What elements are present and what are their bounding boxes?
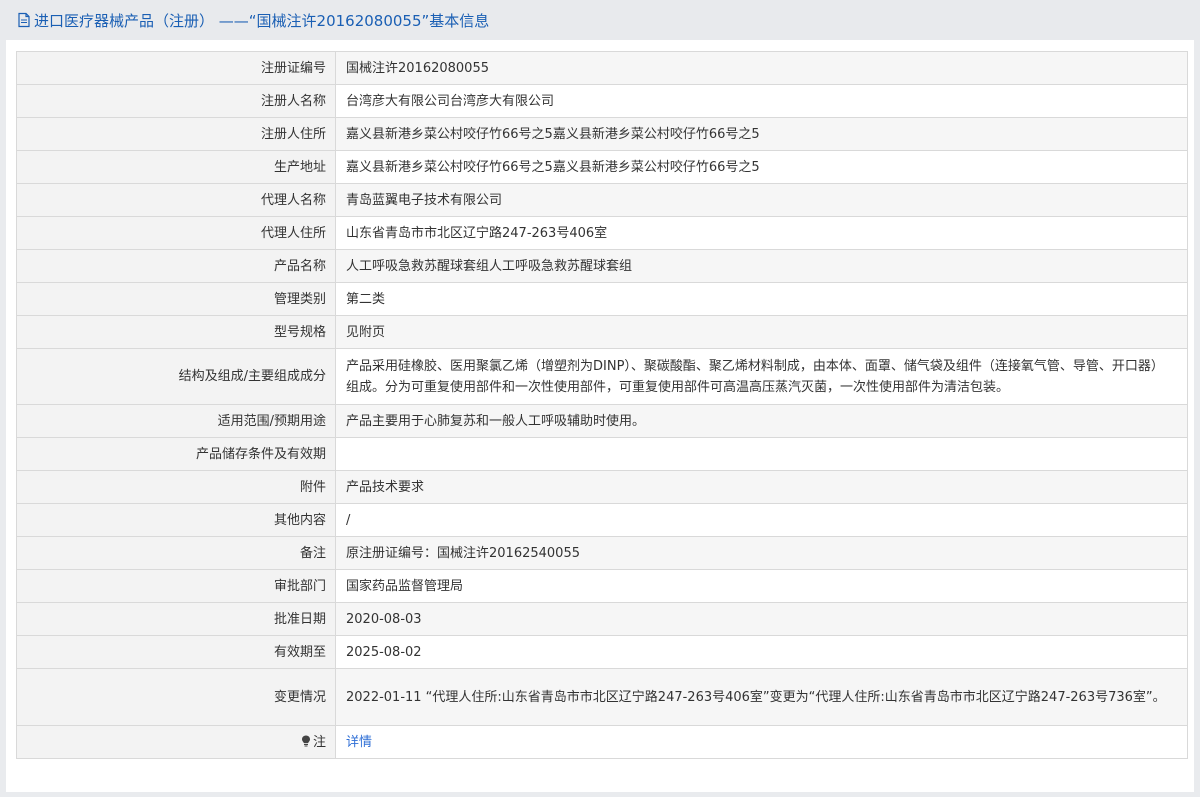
row-label: 有效期至 xyxy=(16,635,336,669)
table-row: 生产地址 嘉义县新港乡菜公村咬仔竹66号之5嘉义县新港乡菜公村咬仔竹66号之5 xyxy=(16,150,1188,184)
table-row: 产品储存条件及有效期 xyxy=(16,437,1188,471)
row-value: 见附页 xyxy=(335,315,1188,349)
row-value: 人工呼吸急救苏醒球套组人工呼吸急救苏醒球套组 xyxy=(335,249,1188,283)
table-row: 适用范围/预期用途 产品主要用于心肺复苏和一般人工呼吸辅助时使用。 xyxy=(16,404,1188,438)
row-value: 青岛蓝翼电子技术有限公司 xyxy=(335,183,1188,217)
page-title-text: 进口医疗器械产品（注册） ——“国械注许20162080055”基本信息 xyxy=(34,11,490,30)
table-row: 有效期至 2025-08-02 xyxy=(16,635,1188,669)
info-panel: 注册证编号 国械注许20162080055 注册人名称 台湾彦大有限公司台湾彦大… xyxy=(6,40,1194,792)
row-value: 嘉义县新港乡菜公村咬仔竹66号之5嘉义县新港乡菜公村咬仔竹66号之5 xyxy=(335,150,1188,184)
table-row: 结构及组成/主要组成成分 产品采用硅橡胶、医用聚氯乙烯（增塑剂为DINP）、聚碳… xyxy=(16,348,1188,405)
row-value: 2022-01-11 “代理人住所:山东省青岛市市北区辽宁路247-263号40… xyxy=(335,668,1188,726)
row-value: / xyxy=(335,503,1188,537)
note-label-cell: 注 xyxy=(16,725,336,759)
row-label: 结构及组成/主要组成成分 xyxy=(16,348,336,405)
row-label: 批准日期 xyxy=(16,602,336,636)
row-value: 产品采用硅橡胶、医用聚氯乙烯（增塑剂为DINP）、聚碳酸酯、聚乙烯材料制成，由本… xyxy=(335,348,1188,405)
row-label: 注册人名称 xyxy=(16,84,336,118)
row-value: 台湾彦大有限公司台湾彦大有限公司 xyxy=(335,84,1188,118)
page-title: 进口医疗器械产品（注册） ——“国械注许20162080055”基本信息 xyxy=(17,10,489,31)
row-label: 注册人住所 xyxy=(16,117,336,151)
row-value: 第二类 xyxy=(335,282,1188,316)
row-value: 2020-08-03 xyxy=(335,602,1188,636)
table-row: 批准日期 2020-08-03 xyxy=(16,602,1188,636)
row-label: 适用范围/预期用途 xyxy=(16,404,336,438)
row-label: 注册证编号 xyxy=(16,51,336,85)
table-row: 附件 产品技术要求 xyxy=(16,470,1188,504)
row-value: 山东省青岛市市北区辽宁路247-263号406室 xyxy=(335,216,1188,250)
table-row: 审批部门 国家药品监督管理局 xyxy=(16,569,1188,603)
row-label: 代理人名称 xyxy=(16,183,336,217)
table-row: 其他内容 / xyxy=(16,503,1188,537)
info-table: 注册证编号 国械注许20162080055 注册人名称 台湾彦大有限公司台湾彦大… xyxy=(16,51,1188,759)
row-value: 原注册证编号：国械注许20162540055 xyxy=(335,536,1188,570)
row-label: 其他内容 xyxy=(16,503,336,537)
table-row: 代理人住所 山东省青岛市市北区辽宁路247-263号406室 xyxy=(16,216,1188,250)
table-row: 代理人名称 青岛蓝翼电子技术有限公司 xyxy=(16,183,1188,217)
table-row: 备注 原注册证编号：国械注许20162540055 xyxy=(16,536,1188,570)
details-link[interactable]: 详情 xyxy=(346,735,372,750)
row-label: 生产地址 xyxy=(16,150,336,184)
table-row: 注册证编号 国械注许20162080055 xyxy=(16,51,1188,85)
note-row: 注 详情 xyxy=(16,725,1188,759)
table-row: 注册人名称 台湾彦大有限公司台湾彦大有限公司 xyxy=(16,84,1188,118)
row-label: 产品名称 xyxy=(16,249,336,283)
row-label: 备注 xyxy=(16,536,336,570)
row-value: 产品主要用于心肺复苏和一般人工呼吸辅助时使用。 xyxy=(335,404,1188,438)
lightbulb-icon xyxy=(301,733,311,746)
note-value-cell: 详情 xyxy=(335,725,1188,759)
row-value: 国械注许20162080055 xyxy=(335,51,1188,85)
table-row: 管理类别 第二类 xyxy=(16,282,1188,316)
row-label: 审批部门 xyxy=(16,569,336,603)
row-value xyxy=(335,437,1188,471)
table-row: 注册人住所 嘉义县新港乡菜公村咬仔竹66号之5嘉义县新港乡菜公村咬仔竹66号之5 xyxy=(16,117,1188,151)
row-value: 2025-08-02 xyxy=(335,635,1188,669)
page-header: 进口医疗器械产品（注册） ——“国械注许20162080055”基本信息 xyxy=(0,0,1200,40)
row-label: 管理类别 xyxy=(16,282,336,316)
note-label: 注 xyxy=(312,734,326,750)
row-label: 附件 xyxy=(16,470,336,504)
row-value: 国家药品监督管理局 xyxy=(335,569,1188,603)
row-label: 变更情况 xyxy=(16,668,336,726)
table-row: 型号规格 见附页 xyxy=(16,315,1188,349)
row-value: 产品技术要求 xyxy=(335,470,1188,504)
table-row: 变更情况 2022-01-11 “代理人住所:山东省青岛市市北区辽宁路247-2… xyxy=(16,668,1188,726)
row-label: 产品储存条件及有效期 xyxy=(16,437,336,471)
row-label: 代理人住所 xyxy=(16,216,336,250)
row-value: 嘉义县新港乡菜公村咬仔竹66号之5嘉义县新港乡菜公村咬仔竹66号之5 xyxy=(335,117,1188,151)
page-frame: 进口医疗器械产品（注册） ——“国械注许20162080055”基本信息 注册证… xyxy=(0,0,1200,797)
document-icon xyxy=(17,12,31,28)
row-label: 型号规格 xyxy=(16,315,336,349)
table-row: 产品名称 人工呼吸急救苏醒球套组人工呼吸急救苏醒球套组 xyxy=(16,249,1188,283)
